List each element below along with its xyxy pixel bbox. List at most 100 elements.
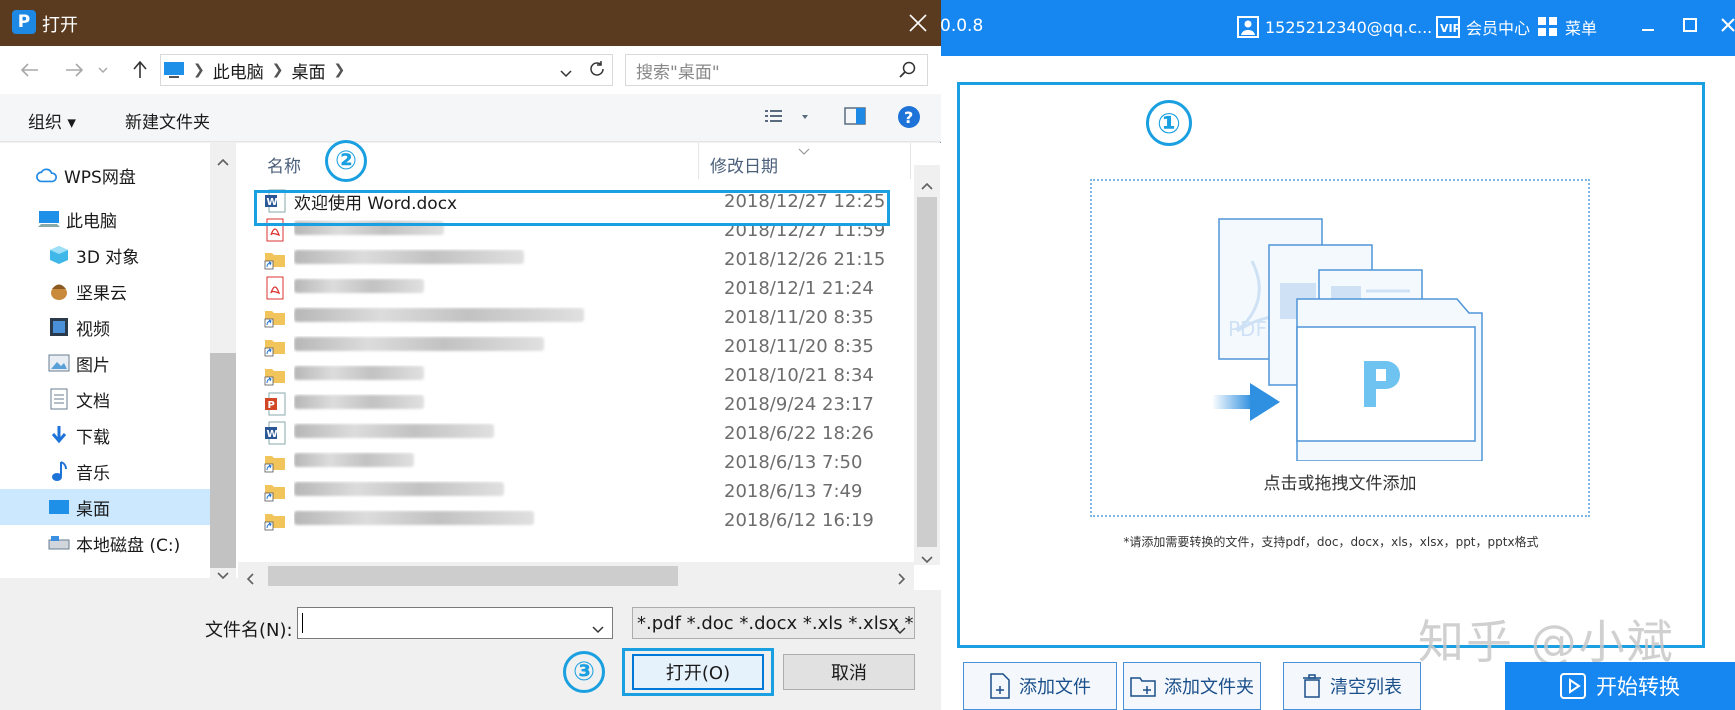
file-list-item[interactable]: 2018/12/1 21:24	[252, 272, 912, 304]
breadcrumb-separator: ❯	[271, 62, 284, 78]
app-close-button[interactable]	[1713, 10, 1735, 40]
document-stack-illustration: PDF	[1212, 218, 1483, 461]
new-folder-button[interactable]: 新建文件夹	[125, 108, 210, 133]
minimize-button[interactable]	[1633, 10, 1663, 40]
desktop-icon	[48, 496, 70, 518]
filename-input[interactable]	[297, 607, 613, 639]
scroll-right-arrow[interactable]	[898, 570, 906, 589]
blurred-file-name	[294, 453, 414, 467]
recent-locations-button[interactable]	[96, 58, 110, 82]
file-list-horizontal-scrollbar[interactable]	[238, 562, 914, 590]
scrollbar-thumb[interactable]	[268, 566, 678, 586]
scroll-up-arrow[interactable]	[217, 151, 229, 170]
file-name	[294, 510, 686, 530]
file-list-item[interactable]: 2018/12/26 21:15	[252, 243, 912, 275]
help-icon: ?	[898, 106, 920, 128]
add-folder-button[interactable]: 添加文件夹	[1123, 662, 1261, 710]
chevron-down-icon	[98, 67, 108, 73]
nav-item-wps-cloud[interactable]: WPS网盘	[0, 157, 210, 193]
trash-icon	[1303, 674, 1321, 698]
file-list-vertical-scrollbar[interactable]	[914, 165, 940, 565]
arrow-left-icon	[21, 63, 38, 77]
vip-center-button[interactable]: VIP 会员中心	[1436, 13, 1530, 41]
nav-item-local-disk-c[interactable]: 本地磁盘 (C:)	[0, 525, 210, 561]
filetype-select[interactable]: *.pdf *.doc *.docx *.xls *.xlsx *	[632, 607, 915, 639]
grid-menu-icon	[1538, 17, 1557, 36]
breadcrumb-desktop[interactable]: 桌面	[291, 58, 325, 83]
cancel-button[interactable]: 取消	[783, 654, 915, 690]
address-bar[interactable]: ❯ 此电脑 ❯ 桌面 ❯	[160, 54, 613, 86]
add-folder-icon	[1130, 677, 1156, 697]
nav-item-videos[interactable]: 视频	[0, 309, 210, 345]
text-cursor	[302, 613, 303, 633]
back-button[interactable]	[18, 58, 42, 82]
svg-text:VIP: VIP	[1440, 22, 1460, 35]
add-file-icon	[990, 673, 1010, 699]
chevron-down-icon	[560, 70, 572, 78]
address-dropdown-button[interactable]	[560, 63, 572, 83]
nav-item-music[interactable]: 音乐	[0, 453, 210, 489]
nav-item-jianguoyun[interactable]: 坚果云	[0, 273, 210, 309]
nav-item-documents[interactable]: 文档	[0, 381, 210, 417]
file-list-item[interactable]: 2018/6/12 16:19	[252, 504, 912, 536]
supported-formats-note: *请添加需要转换的文件，支持pdf，doc，docx，xls，xlsx，ppt，…	[1123, 535, 1539, 549]
column-header-modified[interactable]: 修改日期	[710, 152, 778, 177]
nav-item-desktop[interactable]: 桌面	[0, 489, 210, 525]
step-3-marker: ③	[563, 651, 605, 693]
scrollbar-thumb[interactable]	[917, 197, 937, 547]
clear-list-button[interactable]: 清空列表	[1283, 662, 1421, 710]
file-list-item[interactable]: 2018/11/20 8:35	[252, 330, 912, 362]
breadcrumb-this-pc[interactable]: 此电脑	[213, 58, 264, 83]
refresh-button[interactable]	[588, 60, 606, 83]
file-list-item[interactable]: P 2018/9/24 23:17	[252, 388, 912, 420]
navigation-scrollbar[interactable]	[210, 143, 236, 580]
scroll-down-arrow[interactable]	[921, 549, 933, 568]
up-button[interactable]	[128, 58, 152, 82]
preview-pane-button[interactable]	[844, 106, 866, 130]
shortcut-file-icon	[264, 247, 286, 271]
shortcut-file-icon	[264, 334, 286, 358]
play-icon	[1560, 673, 1586, 699]
vip-center-label: 会员中心	[1466, 19, 1531, 38]
account-menu[interactable]: 1525212340@qq.c...	[1237, 13, 1432, 41]
file-list-item[interactable]: 2018/6/13 7:50	[252, 446, 912, 478]
start-convert-button[interactable]: 开始转换	[1505, 662, 1735, 710]
scrollbar-thumb[interactable]	[210, 353, 236, 568]
arrow-right-icon	[66, 63, 83, 77]
column-header-name[interactable]: 名称	[267, 152, 301, 177]
organize-button[interactable]: 组织 ▾	[28, 108, 76, 133]
add-file-button[interactable]: 添加文件	[963, 662, 1117, 710]
scroll-left-arrow[interactable]	[246, 570, 254, 589]
nav-item-pictures[interactable]: 图片	[0, 345, 210, 381]
maximize-button[interactable]	[1675, 10, 1705, 40]
file-modified-date: 2018/6/22 18:26	[724, 422, 874, 444]
cloud-icon	[36, 164, 58, 186]
account-email: 1525212340@qq.c...	[1265, 17, 1433, 37]
view-options-button[interactable]	[765, 107, 809, 131]
nav-item-this-pc[interactable]: 此电脑	[0, 201, 210, 237]
nav-item-3d-objects[interactable]: 3D 对象	[0, 237, 210, 273]
blurred-file-name	[294, 337, 544, 351]
open-button[interactable]: 打开(O)	[632, 654, 764, 690]
file-list-item[interactable]: W 2018/6/22 18:26	[252, 417, 912, 449]
nav-item-label: 3D 对象	[76, 247, 140, 268]
help-button[interactable]: ?	[897, 105, 921, 133]
minimize-icon	[1642, 29, 1654, 31]
file-list-item[interactable]: 2018/6/13 7:49	[252, 475, 912, 507]
drop-zone[interactable]: PDF 点击或拖拽文件添加	[1090, 179, 1590, 517]
scroll-up-arrow[interactable]	[921, 175, 933, 194]
filename-history-dropdown[interactable]	[592, 619, 604, 638]
file-list-item[interactable]: 2018/11/20 8:35	[252, 301, 912, 333]
nav-item-downloads[interactable]: 下载	[0, 417, 210, 453]
dialog-close-button[interactable]	[903, 8, 933, 38]
app-menu-button[interactable]: 菜单	[1537, 13, 1597, 41]
file-list-item[interactable]: 2018/10/21 8:34	[252, 359, 912, 391]
search-input[interactable]: 搜索"桌面"	[625, 54, 928, 86]
breadcrumb-separator: ❯	[193, 62, 205, 78]
document-icon	[48, 388, 70, 410]
file-name	[294, 278, 686, 298]
nav-item-label: 此电脑	[66, 211, 117, 232]
scroll-down-arrow[interactable]	[217, 565, 229, 584]
dialog-toolbar: 组织 ▾ 新建文件夹 ?	[0, 94, 941, 142]
forward-button[interactable]	[62, 58, 86, 82]
